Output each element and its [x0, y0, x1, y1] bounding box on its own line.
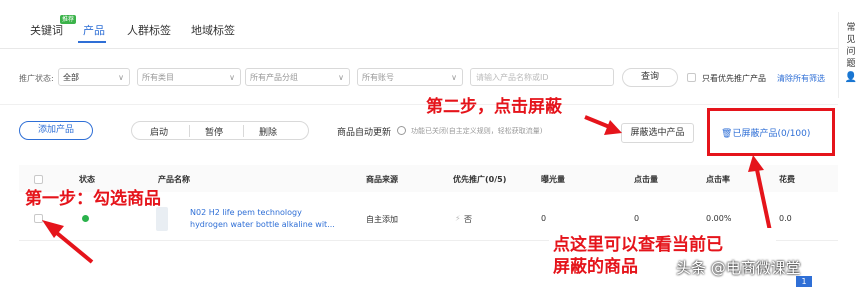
- arrow-line: [754, 164, 772, 232]
- arrow-line: [50, 227, 94, 264]
- note-line2: 屏蔽的商品: [553, 257, 638, 277]
- watermark: 头条 @电商微课堂: [676, 259, 801, 277]
- arrow-head: [748, 155, 764, 172]
